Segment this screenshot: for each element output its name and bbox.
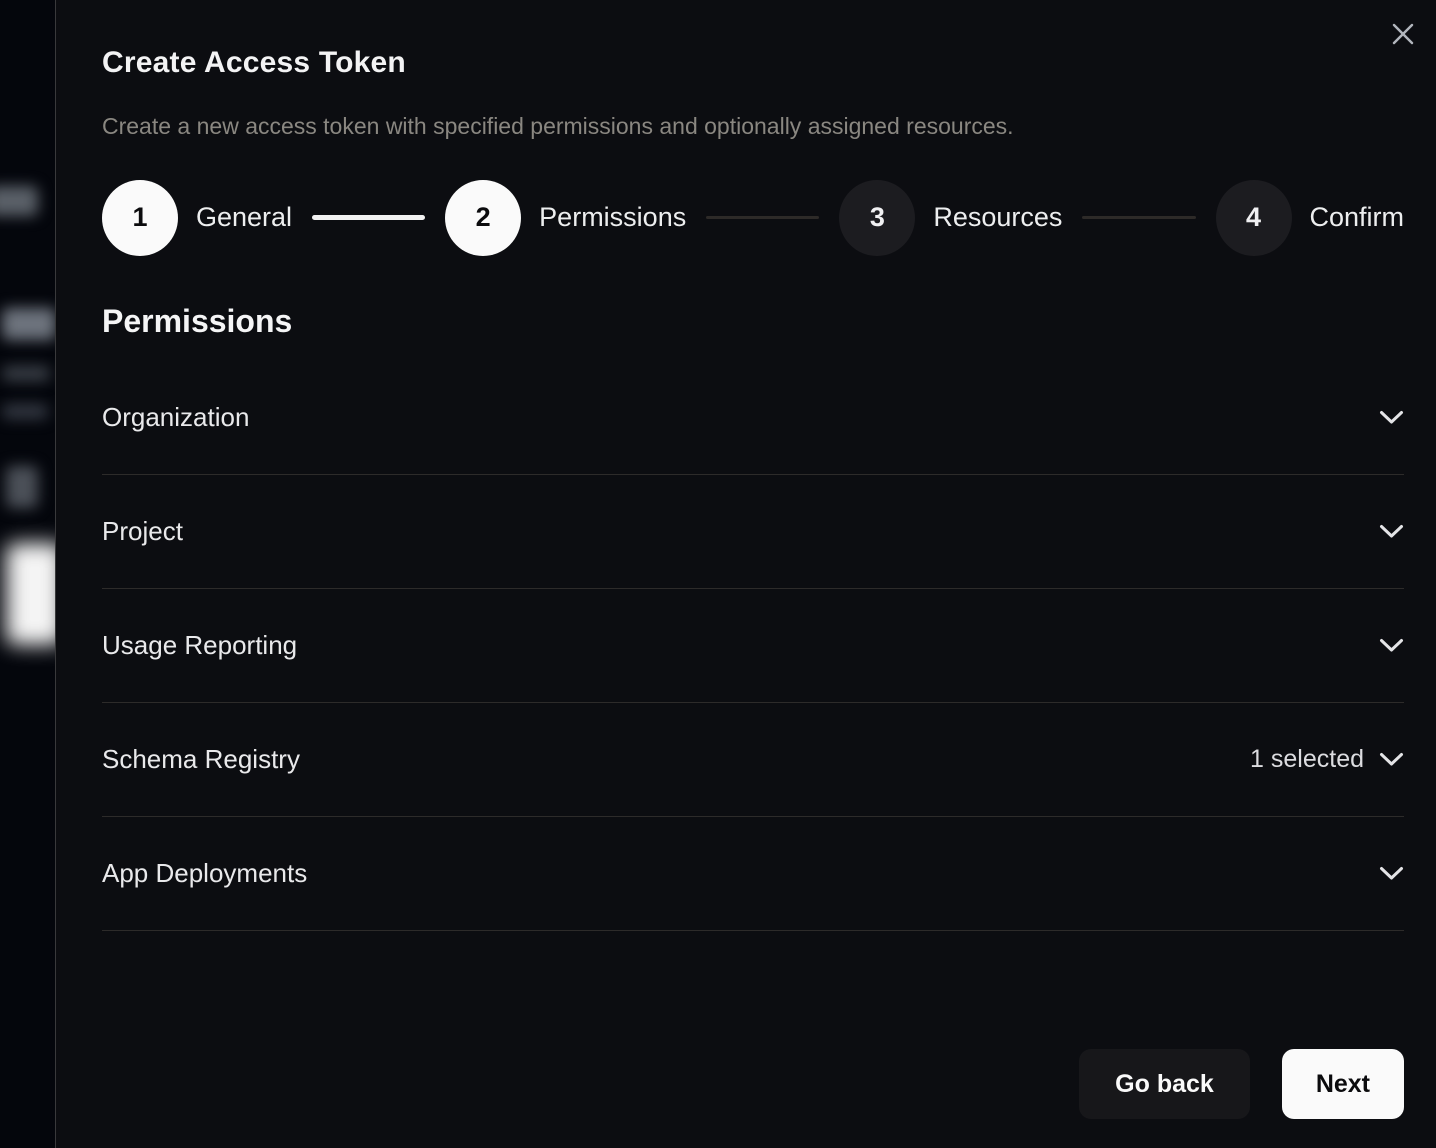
permission-groups: Organization Project <box>102 361 1404 931</box>
step-label: Permissions <box>539 202 686 233</box>
selected-count-badge: 1 selected <box>1250 745 1364 774</box>
blurred-background-element <box>2 404 48 419</box>
next-button[interactable]: Next <box>1282 1049 1404 1119</box>
accordion-section-project[interactable]: Project <box>102 475 1404 589</box>
blurred-background-element <box>2 366 50 381</box>
stepper-step-confirm[interactable]: 4 Confirm <box>1216 180 1405 256</box>
blurred-background-element <box>0 186 38 216</box>
section-label: Project <box>102 516 183 547</box>
step-number-badge: 3 <box>839 180 915 256</box>
blurred-background-element <box>2 308 55 340</box>
chevron-down-icon <box>1379 410 1404 425</box>
stepper: 1 General 2 Permissions 3 Resources 4 Co… <box>102 179 1404 256</box>
stepper-connector <box>706 216 819 219</box>
stepper-step-general[interactable]: 1 General <box>102 180 292 256</box>
blurred-background-element <box>6 466 38 508</box>
accordion-section-app-deployments[interactable]: App Deployments <box>102 817 1404 931</box>
step-number-badge: 2 <box>445 180 521 256</box>
accordion-section-organization[interactable]: Organization <box>102 361 1404 475</box>
create-access-token-modal: Create Access Token Create a new access … <box>55 0 1436 1148</box>
accordion-section-usage-reporting[interactable]: Usage Reporting <box>102 589 1404 703</box>
section-label: App Deployments <box>102 858 307 889</box>
blurred-background-element <box>6 543 55 645</box>
chevron-down-icon <box>1379 638 1404 653</box>
permissions-heading: Permissions <box>102 302 1404 340</box>
step-number-badge: 1 <box>102 180 178 256</box>
stepper-step-resources[interactable]: 3 Resources <box>839 180 1062 256</box>
modal-subtitle: Create a new access token with specified… <box>102 113 1404 140</box>
close-button[interactable] <box>1387 18 1419 50</box>
modal-title: Create Access Token <box>102 0 1404 80</box>
stepper-connector <box>1082 216 1195 219</box>
step-label: Confirm <box>1310 202 1405 233</box>
x-icon <box>1391 22 1415 46</box>
accordion-section-schema-registry[interactable]: Schema Registry 1 selected <box>102 703 1404 817</box>
section-label: Schema Registry <box>102 744 300 775</box>
chevron-down-icon <box>1379 752 1404 767</box>
modal-footer: Go back Next <box>1079 1049 1404 1119</box>
step-label: Resources <box>933 202 1062 233</box>
step-number-badge: 4 <box>1216 180 1292 256</box>
chevron-down-icon <box>1379 524 1404 539</box>
step-label: General <box>196 202 292 233</box>
go-back-button[interactable]: Go back <box>1079 1049 1250 1119</box>
stepper-step-permissions[interactable]: 2 Permissions <box>445 180 686 256</box>
stepper-connector <box>312 215 425 220</box>
section-label: Organization <box>102 402 249 433</box>
section-label: Usage Reporting <box>102 630 297 661</box>
background-page <box>0 0 55 1148</box>
chevron-down-icon <box>1379 866 1404 881</box>
